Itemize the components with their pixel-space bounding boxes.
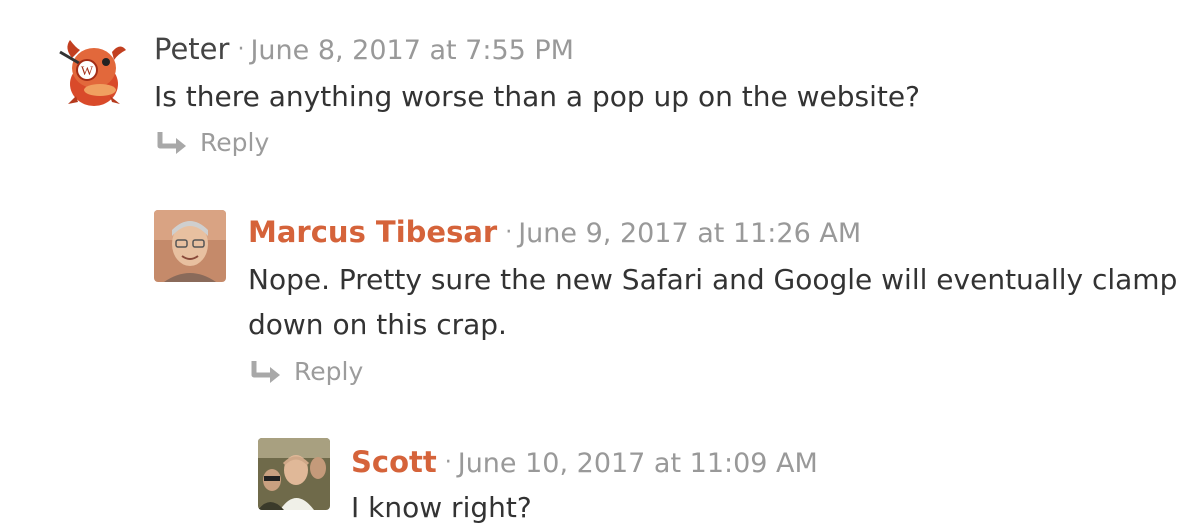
comment-marcus: Marcus Tibesar · June 9, 2017 at 11:26 AM … xyxy=(0,180,1200,405)
meta-separator: · xyxy=(444,450,452,475)
reply-button[interactable]: Reply xyxy=(156,128,269,157)
comment-meta: Marcus Tibesar · June 9, 2017 at 11:26 AM xyxy=(248,215,861,249)
comment-text: Is there anything worse than a pop up on… xyxy=(154,80,920,113)
meta-separator: · xyxy=(505,220,513,245)
comment-meta: Peter · June 8, 2017 at 7:55 PM xyxy=(154,32,574,66)
comment-peter: W Peter · June 8, 2017 at 7:55 PM Is there… xyxy=(0,0,1200,180)
comment-text: I know right? xyxy=(351,491,532,524)
comment-author: Peter xyxy=(154,32,230,66)
svg-text:W: W xyxy=(81,63,94,78)
reply-label: Reply xyxy=(200,128,270,157)
reply-arrow-icon xyxy=(157,131,186,154)
user-photo xyxy=(258,438,330,510)
reply-arrow-icon xyxy=(251,360,280,383)
comment-date-link[interactable]: June 10, 2017 at 11:09 AM xyxy=(458,448,818,479)
reply-label: Reply xyxy=(294,357,364,386)
wapuu-mascot-icon: W xyxy=(59,40,126,106)
avatar-marcus[interactable] xyxy=(154,210,226,282)
user-photo xyxy=(154,210,226,282)
comment-author-link[interactable]: Scott xyxy=(351,445,437,479)
reply-button[interactable]: Reply xyxy=(250,357,363,386)
avatar-scott[interactable] xyxy=(258,438,330,510)
comment-meta: Scott · June 10, 2017 at 11:09 AM xyxy=(351,445,818,479)
comment-text: Nope. Pretty sure the new Safari and Goo… xyxy=(248,263,1178,341)
comment-author-link[interactable]: Marcus Tibesar xyxy=(248,215,497,249)
meta-separator: · xyxy=(237,37,245,62)
comment-date-link[interactable]: June 9, 2017 at 11:26 AM xyxy=(518,218,861,249)
comment-date-link[interactable]: June 8, 2017 at 7:55 PM xyxy=(250,35,574,66)
avatar-peter[interactable]: W xyxy=(54,30,134,110)
comment-scott: Scott · June 10, 2017 at 11:09 AM I know r… xyxy=(0,405,1200,530)
